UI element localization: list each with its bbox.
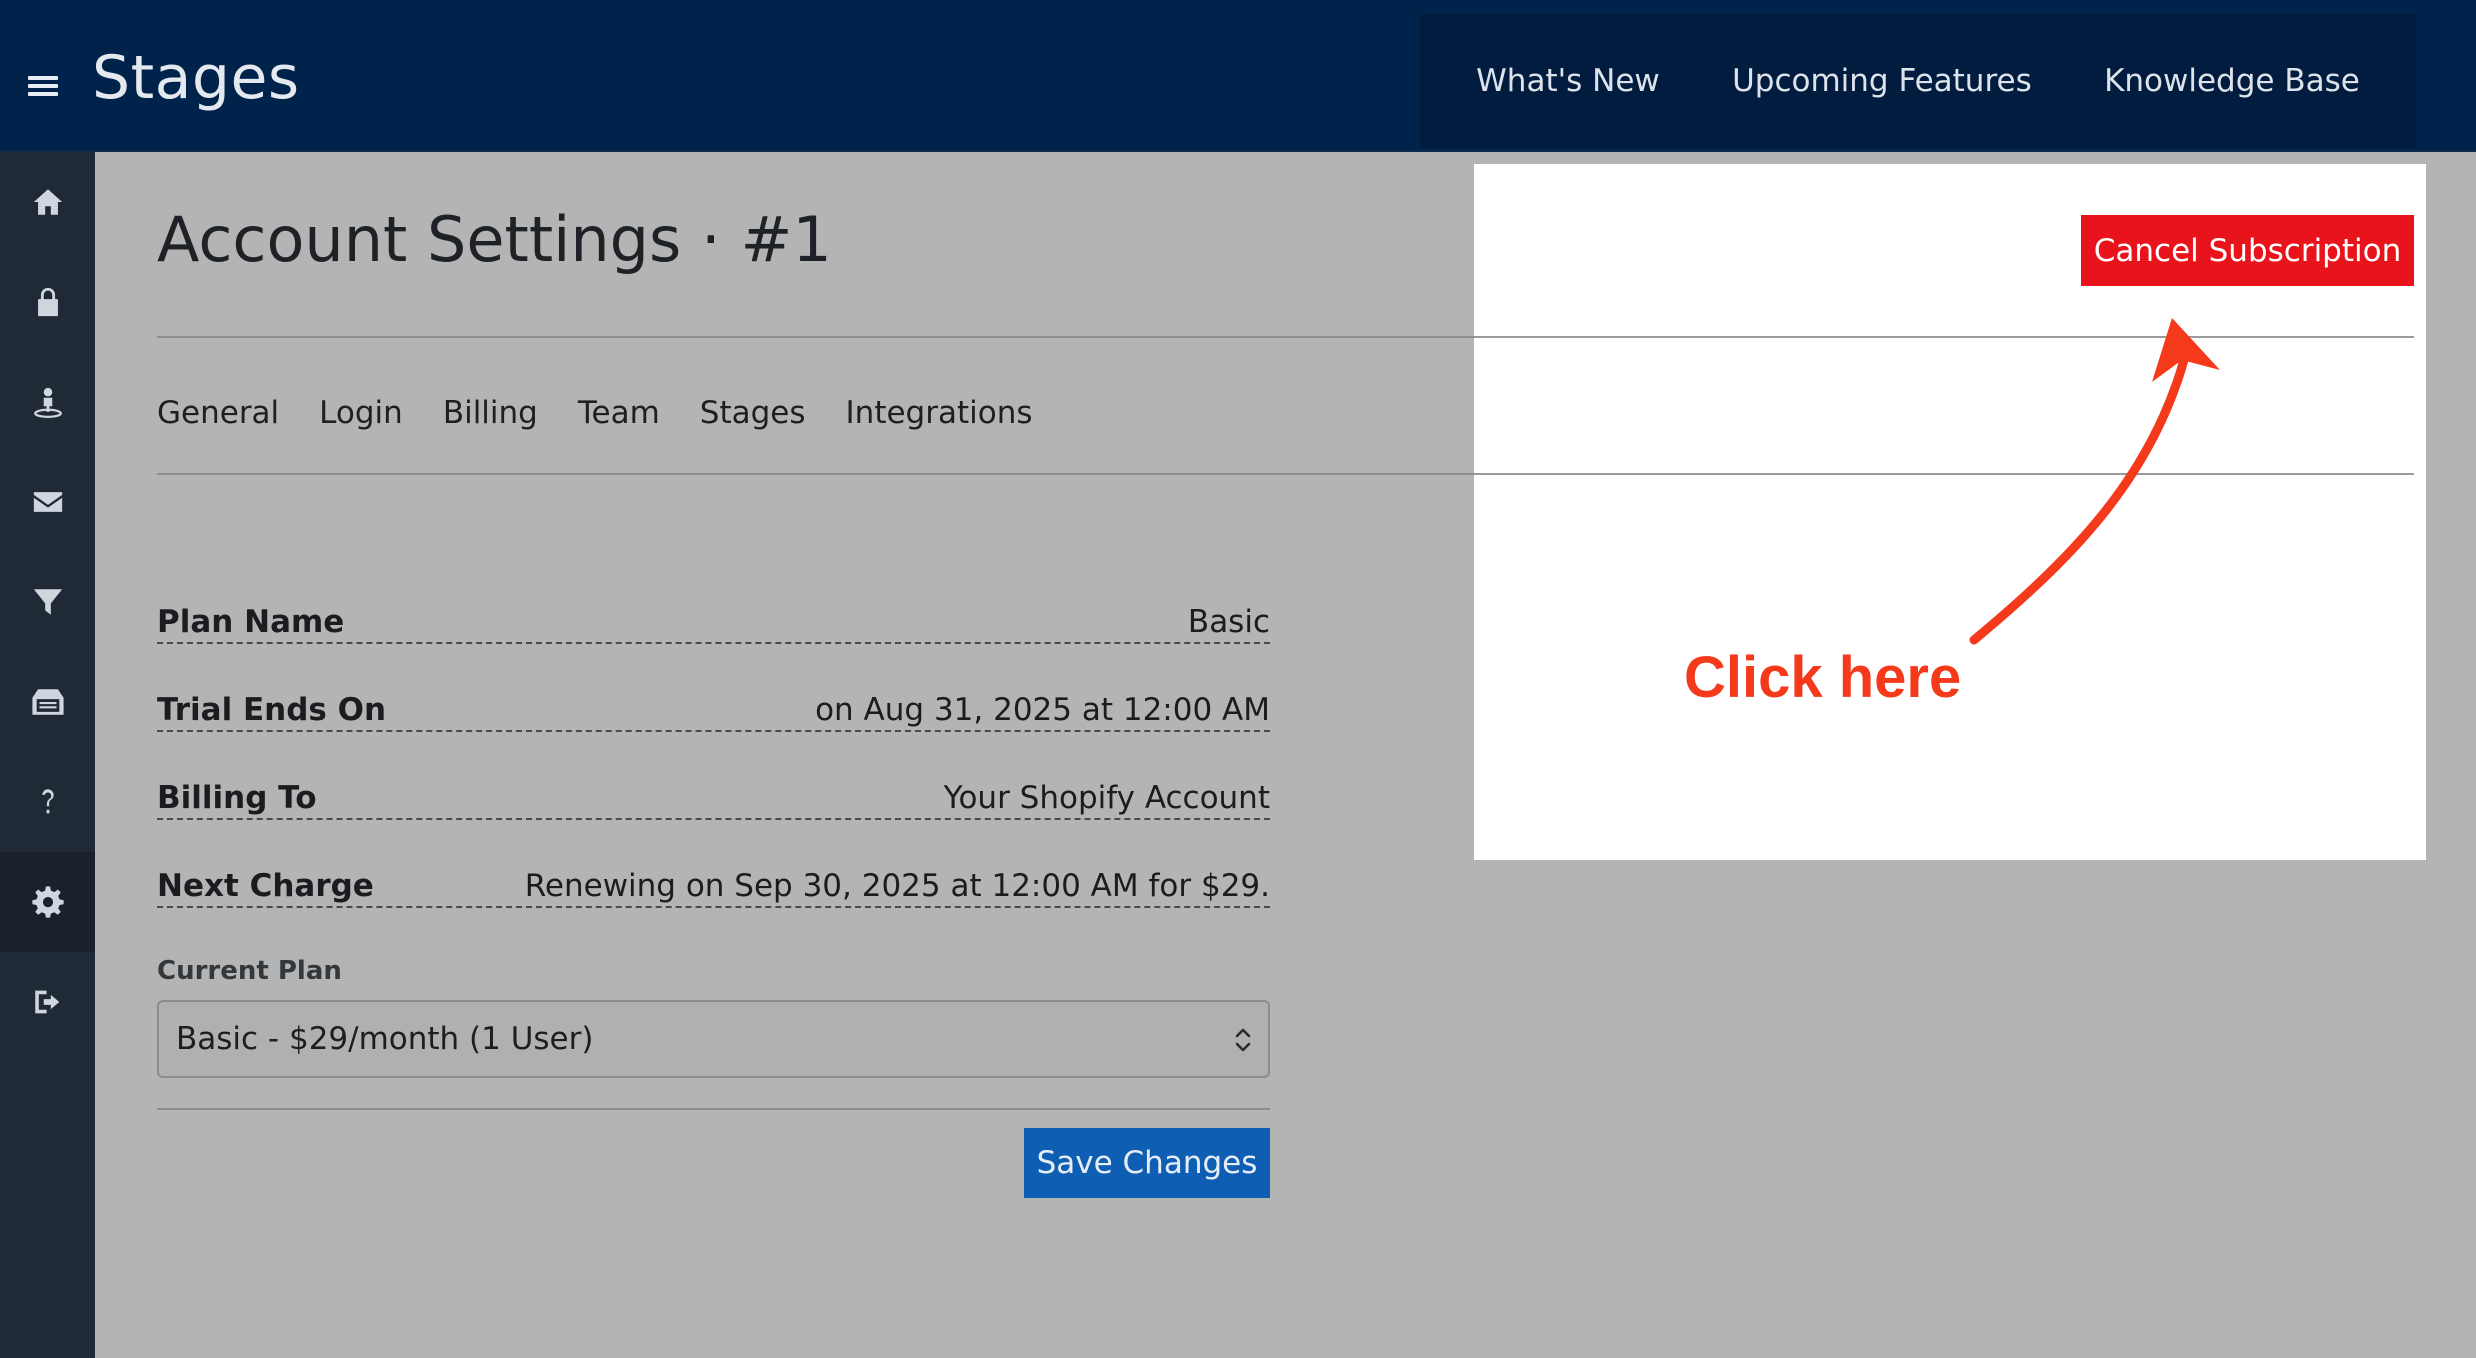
sidebar-item-customers[interactable] [0,352,95,452]
plan-name-value: Basic [1187,604,1270,640]
select-arrows-icon [1235,1028,1251,1052]
inbox-icon [31,689,64,715]
trial-ends-row: Trial Ends On on Aug 31, 2025 at 12:00 A… [157,682,1270,732]
current-plan-select[interactable]: Basic - $29/month (1 User) [157,1000,1270,1078]
current-plan-label: Current Plan [157,956,342,986]
tab-billing[interactable]: Billing [443,395,538,431]
trial-ends-label: Trial Ends On [157,692,387,728]
top-header: Stages What's New Upcoming Features Know… [0,0,2476,152]
gear-icon [31,886,64,918]
nav-whats-new[interactable]: What's New [1476,63,1660,99]
highlight-divider-bottom [1474,473,2414,475]
envelope-icon [33,492,62,512]
user-pin-icon [33,387,62,419]
form-divider [157,1108,1270,1110]
nav-upcoming-features[interactable]: Upcoming Features [1732,63,2032,99]
highlight-divider-top [1474,336,2414,338]
hamburger-menu-icon[interactable] [28,76,58,96]
plan-name-row: Plan Name Basic [157,594,1270,644]
save-changes-button[interactable]: Save Changes [1024,1128,1270,1198]
next-charge-value: Renewing on Sep 30, 2025 at 12:00 AM for… [524,868,1270,904]
sidebar-item-settings[interactable] [0,852,95,952]
top-nav: What's New Upcoming Features Knowledge B… [1420,14,2416,148]
sidebar-item-inbox[interactable] [0,652,95,752]
sidebar-item-email[interactable] [0,452,95,552]
trial-ends-value: on Aug 31, 2025 at 12:00 AM [815,692,1270,728]
tab-general[interactable]: General [157,395,279,431]
sign-out-icon [34,990,59,1014]
plan-name-label: Plan Name [157,604,345,640]
lock-icon [37,287,58,317]
billing-to-label: Billing To [157,780,317,816]
sidebar-item-help[interactable] [0,752,95,852]
billing-to-row: Billing To Your Shopify Account [157,770,1270,820]
question-icon [41,789,54,814]
sidebar-item-home[interactable] [0,152,95,252]
nav-knowledge-base[interactable]: Knowledge Base [2104,63,2360,99]
next-charge-label: Next Charge [157,868,374,904]
app-title[interactable]: Stages [92,42,300,114]
current-plan-value: Basic - $29/month (1 User) [176,1021,594,1057]
tab-integrations[interactable]: Integrations [846,395,1033,431]
page-title: Account Settings · #1 [157,203,832,276]
sidebar-item-logout[interactable] [0,952,95,1052]
cancel-subscription-button[interactable]: Cancel Subscription [2081,215,2414,286]
sidebar [0,152,95,1358]
tab-team[interactable]: Team [578,395,660,431]
next-charge-row: Next Charge Renewing on Sep 30, 2025 at … [157,858,1270,908]
click-here-annotation: Click here [1684,645,1962,710]
home-icon [33,189,62,215]
tab-stages[interactable]: Stages [700,395,806,431]
settings-tabs: General Login Billing Team Stages Integr… [157,395,1033,431]
sidebar-item-funnels[interactable] [0,552,95,652]
filter-icon [33,589,62,615]
sidebar-item-lock[interactable] [0,252,95,352]
tab-login[interactable]: Login [319,395,403,431]
billing-to-value: Your Shopify Account [943,780,1270,816]
annotation-arrow-icon [1969,318,2220,645]
